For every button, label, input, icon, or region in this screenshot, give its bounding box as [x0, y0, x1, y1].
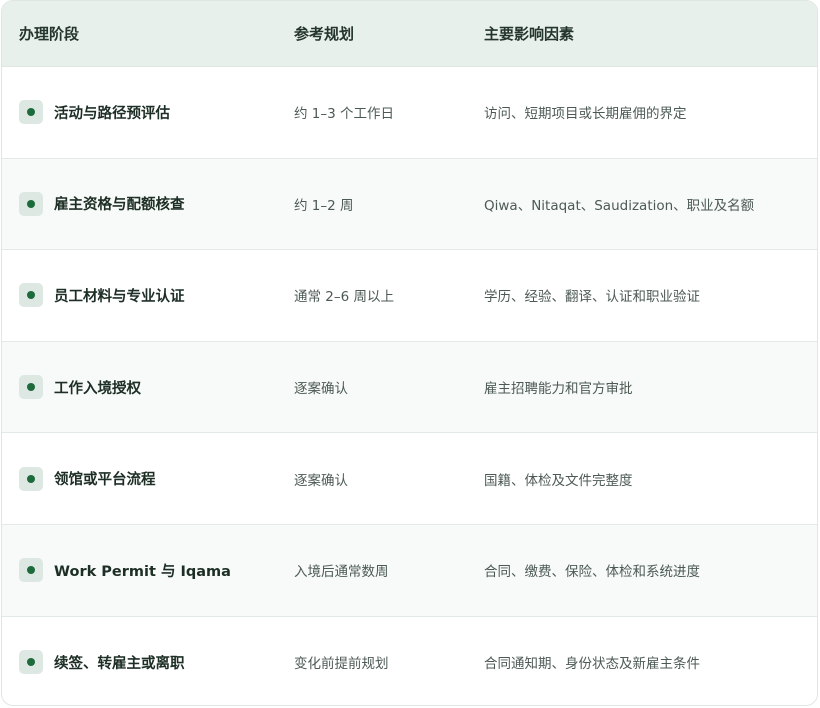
plan-cell: 变化前提前规划	[294, 656, 389, 673]
table-row: 活动与路径预评估 约 1–3 个工作日 访问、短期项目或长期雇佣的界定	[2, 67, 817, 159]
factors-cell: 合同、缴费、保险、体检和系统进度	[484, 564, 700, 581]
table-row: 员工材料与专业认证 通常 2–6 周以上 学历、经验、翻译、认证和职业验证	[2, 250, 817, 342]
header-plan: 参考规划	[294, 25, 355, 43]
stage-name: 续签、转雇主或离职	[54, 655, 185, 672]
plan-cell: 入境后通常数周	[294, 564, 389, 581]
stage-name: 雇主资格与配额核查	[54, 197, 185, 214]
stage-name: 工作入境授权	[54, 380, 141, 397]
header-factors: 主要影响因素	[484, 25, 575, 43]
stage-cell: Work Permit 与 Iqama	[19, 525, 231, 616]
timeline-table: 办理阶段 参考规划 主要影响因素 活动与路径预评估 约 1–3 个工作日 访问、…	[1, 0, 818, 706]
table-row: 工作入境授权 逐案确认 雇主招聘能力和官方审批	[2, 341, 817, 434]
factors-cell: Qiwa、Nitaqat、Saudization、职业及名额	[484, 197, 755, 214]
plan-cell: 约 1–3 个工作日	[294, 106, 395, 123]
bullet-icon	[19, 466, 43, 491]
table-row: 领馆或平台流程 逐案确认 国籍、体检及文件完整度	[2, 433, 817, 525]
bullet-icon	[19, 100, 43, 125]
bullet-icon	[19, 650, 43, 675]
stage-name: 活动与路径预评估	[54, 105, 170, 122]
header-stage: 办理阶段	[19, 25, 80, 43]
plan-cell: 约 1–2 周	[294, 197, 354, 214]
bullet-icon	[19, 283, 43, 308]
stage-name: Work Permit 与 Iqama	[54, 563, 231, 580]
stage-name: 领馆或平台流程	[54, 472, 156, 489]
stage-cell: 续签、转雇主或离职	[19, 617, 185, 705]
plan-cell: 通常 2–6 周以上	[294, 289, 395, 306]
stage-cell: 领馆或平台流程	[19, 433, 156, 524]
plan-cell: 逐案确认	[294, 381, 348, 398]
table-row: 雇主资格与配额核查 约 1–2 周 Qiwa、Nitaqat、Saudizati…	[2, 158, 817, 251]
stage-cell: 活动与路径预评估	[19, 67, 170, 158]
stage-cell: 员工材料与专业认证	[19, 250, 185, 341]
table-row: 续签、转雇主或离职 变化前提前规划 合同通知期、身份状态及新雇主条件	[2, 617, 817, 705]
factors-cell: 学历、经验、翻译、认证和职业验证	[484, 289, 700, 306]
factors-cell: 合同通知期、身份状态及新雇主条件	[484, 656, 700, 673]
table-header: 办理阶段 参考规划 主要影响因素	[2, 1, 817, 67]
table-body: 活动与路径预评估 约 1–3 个工作日 访问、短期项目或长期雇佣的界定 雇主资格…	[2, 67, 817, 705]
factors-cell: 国籍、体检及文件完整度	[484, 472, 633, 489]
stage-cell: 工作入境授权	[19, 342, 141, 433]
bullet-icon	[19, 191, 43, 216]
plan-cell: 逐案确认	[294, 472, 348, 489]
stage-cell: 雇主资格与配额核查	[19, 159, 185, 250]
factors-cell: 访问、短期项目或长期雇佣的界定	[484, 106, 687, 123]
factors-cell: 雇主招聘能力和官方审批	[484, 381, 633, 398]
table-row: Work Permit 与 Iqama 入境后通常数周 合同、缴费、保险、体检和…	[2, 524, 817, 617]
stage-name: 员工材料与专业认证	[54, 288, 185, 305]
bullet-icon	[19, 375, 43, 400]
bullet-icon	[19, 558, 43, 583]
